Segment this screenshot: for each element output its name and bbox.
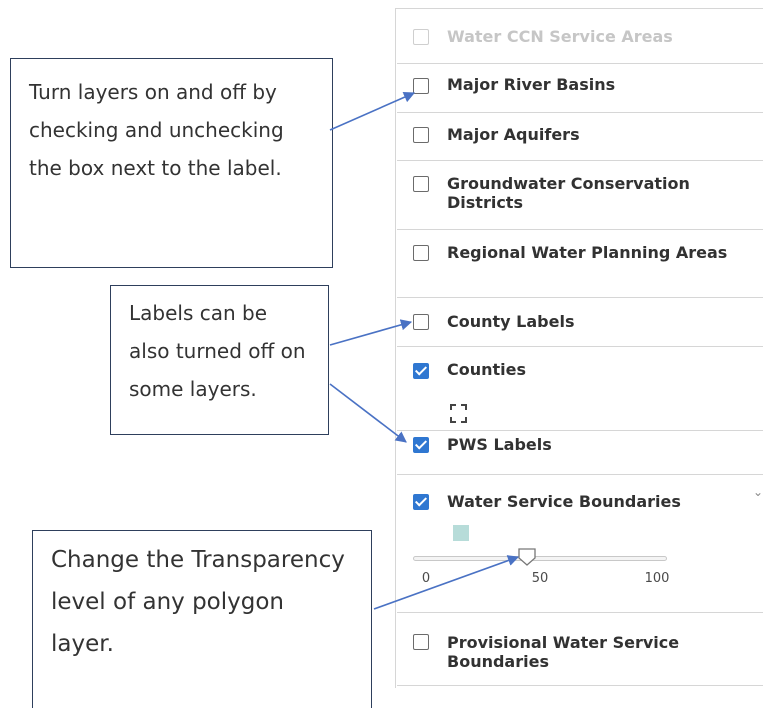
layer-row-water-ccn: Water CCN Service Areas [397, 9, 763, 64]
layer-row-groundwater-districts: Groundwater Conservation Districts [397, 161, 763, 230]
layer-checkbox-major-aquifers[interactable] [413, 127, 429, 143]
layer-checkbox-water-ccn[interactable] [413, 29, 429, 45]
layer-checkbox-regional-water-planning[interactable] [413, 245, 429, 261]
layer-row-county-labels: County Labels [397, 298, 763, 347]
callout-transparency-text: Change the Transparency level of any pol… [51, 547, 345, 657]
layer-checkbox-county-labels[interactable] [413, 314, 429, 330]
layer-row-water-service-boundaries: Water Service Boundaries ⌄ 0 50 100 [397, 475, 763, 613]
layer-label-major-aquifers: Major Aquifers [447, 125, 580, 144]
layer-checkbox-major-river-basins[interactable] [413, 78, 429, 94]
layer-checkbox-groundwater-districts[interactable] [413, 176, 429, 192]
pentagon-handle-icon[interactable] [517, 548, 537, 566]
layer-row-provisional-water-service: Provisional Water Service Boundaries [397, 613, 763, 686]
layer-list-panel: Water CCN Service Areas Major River Basi… [395, 8, 763, 688]
layer-row-regional-water-planning: Regional Water Planning Areas [397, 230, 763, 298]
callout-toggle-text: Turn layers on and off by checking and u… [29, 80, 284, 180]
layer-label-groundwater-districts: Groundwater Conservation Districts [447, 174, 690, 212]
layer-label-regional-water-planning: Regional Water Planning Areas [447, 243, 728, 262]
layer-label-water-service-boundaries: Water Service Boundaries [447, 492, 681, 511]
layer-checkbox-pws-labels[interactable] [413, 437, 429, 453]
transparency-slider-track[interactable] [413, 556, 667, 561]
layer-checkbox-counties[interactable] [413, 363, 429, 379]
layer-label-major-river-basins: Major River Basins [447, 75, 616, 94]
slider-min-label: 0 [421, 571, 431, 586]
legend-swatch [453, 525, 469, 541]
callout-labels: Labels can be also turned off on some la… [110, 285, 329, 435]
slider-mid-label: 50 [531, 571, 549, 586]
layer-label-water-ccn: Water CCN Service Areas [447, 27, 673, 46]
layer-row-major-aquifers: Major Aquifers [397, 113, 763, 161]
layer-label-county-labels: County Labels [447, 312, 575, 331]
layer-label-provisional-water-service: Provisional Water Service Boundaries [447, 633, 680, 671]
slider-max-label: 100 [644, 571, 670, 586]
layer-checkbox-water-service-boundaries[interactable] [413, 494, 429, 510]
layer-row-counties: Counties [397, 347, 763, 431]
layer-row-major-river-basins: Major River Basins [397, 64, 763, 113]
layer-checkbox-provisional-water-service[interactable] [413, 634, 429, 650]
layer-label-counties: Counties [447, 360, 527, 379]
callout-transparency: Change the Transparency level of any pol… [32, 530, 372, 708]
chevron-down-icon[interactable]: ⌄ [753, 485, 763, 499]
callout-toggle-layers: Turn layers on and off by checking and u… [10, 58, 333, 268]
layer-label-pws-labels: PWS Labels [447, 435, 552, 454]
callout-labels-text: Labels can be also turned off on some la… [129, 301, 306, 401]
dashed-square-icon [450, 404, 467, 423]
layer-row-pws-labels: PWS Labels [397, 431, 763, 475]
